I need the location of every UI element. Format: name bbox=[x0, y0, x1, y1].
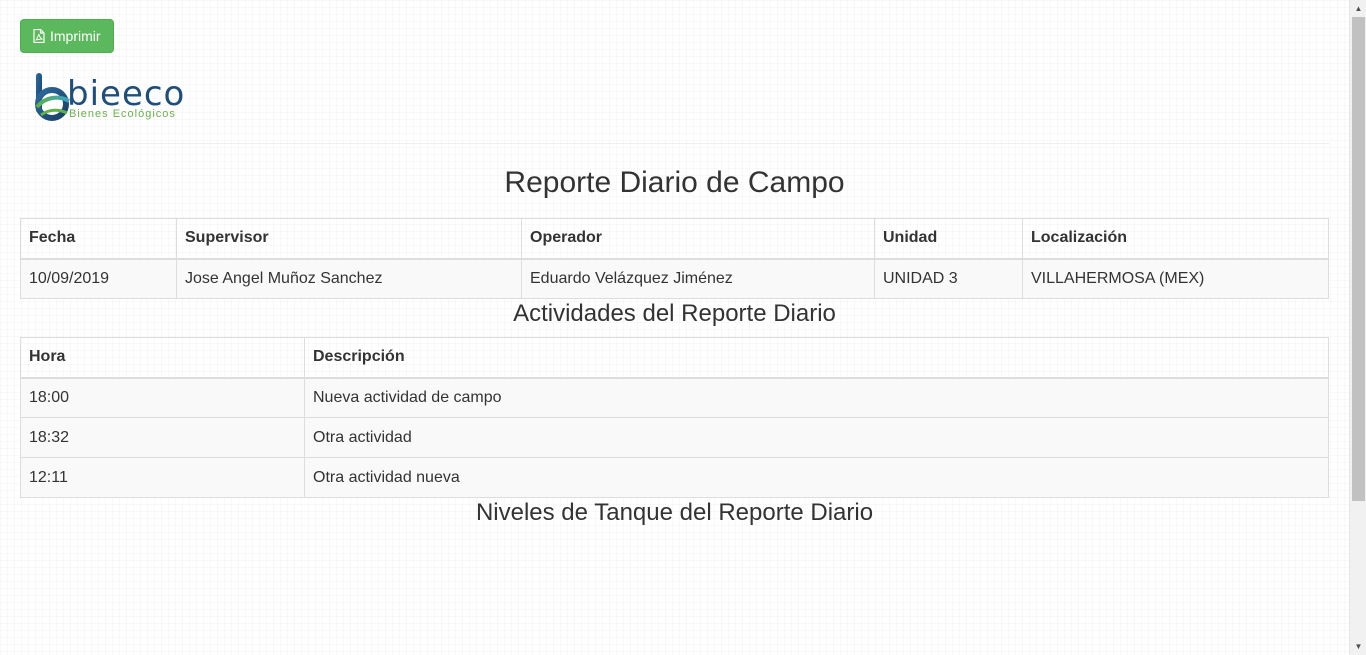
column-header-descripcion: Descripción bbox=[304, 337, 1329, 379]
table-row: 18:32 Otra actividad bbox=[20, 417, 1329, 458]
cell-hora: 18:32 bbox=[20, 417, 305, 458]
cell-hora: 12:11 bbox=[20, 457, 305, 498]
table-row: 10/09/2019 Jose Angel Muñoz Sanchez Edua… bbox=[20, 258, 1329, 299]
activities-table: Hora Descripción 18:00 Nueva actividad d… bbox=[20, 337, 1329, 498]
column-header-fecha: Fecha bbox=[20, 218, 177, 260]
cell-hora: 18:00 bbox=[20, 377, 305, 418]
column-header-supervisor: Supervisor bbox=[176, 218, 522, 260]
scrollbar-thumb[interactable] bbox=[1352, 17, 1365, 501]
logo-wordmark: bieeco bbox=[67, 73, 186, 114]
cell-descripcion: Otra actividad nueva bbox=[304, 457, 1329, 498]
logo-subtitle: Bienes Ecológicos bbox=[69, 107, 176, 120]
column-header-hora: Hora bbox=[20, 337, 305, 379]
print-button-label: Imprimir bbox=[50, 28, 101, 44]
vertical-scrollbar[interactable]: ▲ ▼ bbox=[1349, 0, 1366, 655]
cell-unidad: UNIDAD 3 bbox=[874, 258, 1023, 299]
activities-heading: Actividades del Reporte Diario bbox=[513, 300, 836, 327]
file-pdf-icon bbox=[33, 29, 45, 43]
cell-descripcion: Otra actividad bbox=[304, 417, 1329, 458]
column-header-operador: Operador bbox=[521, 218, 875, 260]
page-title: Reporte Diario de Campo bbox=[504, 166, 845, 199]
report-summary-table: Fecha Supervisor Operador Unidad Localiz… bbox=[20, 218, 1329, 299]
scroll-down-icon[interactable]: ▼ bbox=[1350, 638, 1366, 655]
report-content: Imprimir bieeco Bienes Ecológicos Report… bbox=[20, 19, 1329, 528]
table-row: 12:11 Otra actividad nueva bbox=[20, 457, 1329, 498]
header-divider bbox=[20, 143, 1329, 144]
column-header-localizacion: Localización bbox=[1022, 218, 1329, 260]
column-header-unidad: Unidad bbox=[874, 218, 1023, 260]
table-row: 18:00 Nueva actividad de campo bbox=[20, 377, 1329, 418]
cell-supervisor: Jose Angel Muñoz Sanchez bbox=[176, 258, 522, 299]
cell-descripcion: Nueva actividad de campo bbox=[304, 377, 1329, 418]
table-header-row: Hora Descripción bbox=[20, 337, 1329, 379]
scroll-up-icon[interactable]: ▲ bbox=[1350, 0, 1366, 17]
cell-localizacion: VILLAHERMOSA (MEX) bbox=[1022, 258, 1329, 299]
report-page: Imprimir bieeco Bienes Ecológicos Report… bbox=[0, 0, 1366, 655]
cell-fecha: 10/09/2019 bbox=[20, 258, 177, 299]
table-header-row: Fecha Supervisor Operador Unidad Localiz… bbox=[20, 218, 1329, 260]
tank-levels-heading: Niveles de Tanque del Reporte Diario bbox=[475, 499, 874, 526]
logo-mark-icon bbox=[35, 73, 71, 121]
cell-operador: Eduardo Velázquez Jiménez bbox=[521, 258, 875, 299]
company-logo: bieeco Bienes Ecológicos bbox=[33, 71, 1329, 123]
print-button[interactable]: Imprimir bbox=[20, 19, 114, 53]
